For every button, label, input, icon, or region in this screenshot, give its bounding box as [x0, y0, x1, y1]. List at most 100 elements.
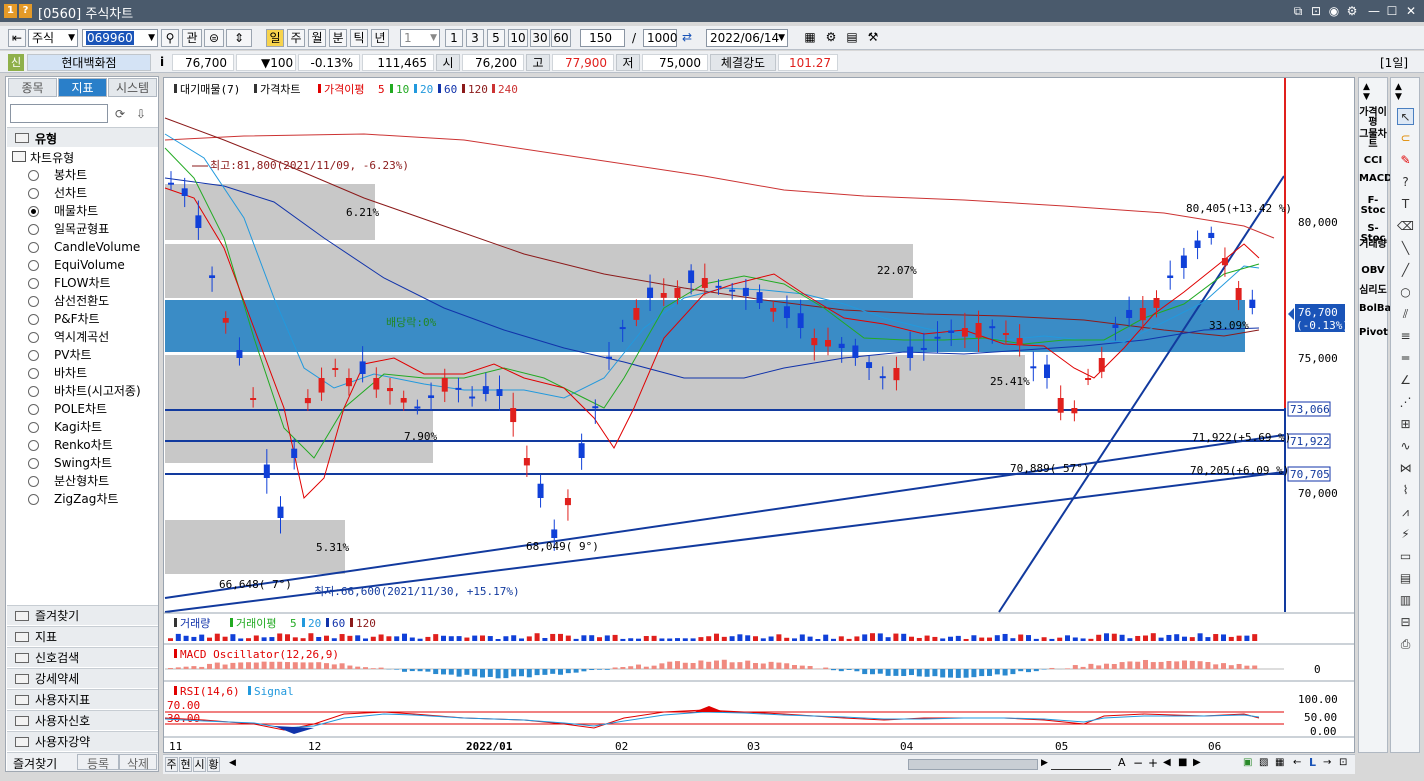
quick-10[interactable]: 10 [508, 29, 528, 47]
radio-button[interactable] [28, 350, 39, 361]
auto-icon[interactable]: ⚡ [1397, 526, 1414, 543]
period-month[interactable]: 월 [308, 29, 326, 47]
radio-button[interactable] [28, 206, 39, 217]
radio-button[interactable] [28, 494, 39, 505]
folder-item[interactable]: 지표 [7, 626, 158, 646]
tab-system[interactable]: 시스템 [108, 78, 157, 97]
chart-type-group[interactable]: 차트유형 [10, 148, 150, 166]
circle-icon[interactable]: ○ [1397, 284, 1414, 301]
latest-icon[interactable]: L [1309, 756, 1316, 769]
period-week[interactable]: 주 [287, 29, 305, 47]
bottom-tab-1[interactable]: 주 [165, 757, 178, 772]
scroll-right-icon[interactable]: ▶ [1041, 758, 1048, 768]
print-icon[interactable]: ⎙ [1397, 636, 1414, 653]
close-icon[interactable]: ✕ [1403, 3, 1419, 19]
interval-select[interactable]: 1 ▼ [400, 29, 440, 47]
settings-icon[interactable]: ⚙ [1344, 3, 1360, 19]
folder-item[interactable]: 신호검색 [7, 647, 158, 667]
indicator-shortcut[interactable]: BolBand [1359, 304, 1406, 314]
indicator-shortcut[interactable]: 가격이평 [1359, 108, 1387, 128]
line-icon[interactable]: ╲ [1397, 240, 1414, 257]
updown-icon[interactable]: ⇕ [226, 29, 252, 47]
trend-line-icon[interactable]: ╱ [1397, 262, 1414, 279]
scroll-left-icon[interactable]: ◀ [229, 758, 236, 768]
fan-icon[interactable]: ⋰ [1397, 394, 1414, 411]
quick-5[interactable]: 5 [487, 29, 505, 47]
hline-icon[interactable]: ═ [1397, 350, 1414, 367]
radio-button[interactable] [28, 386, 39, 397]
radio-button[interactable] [28, 278, 39, 289]
image-icon[interactable]: ▧ [1259, 757, 1268, 768]
period-tick[interactable]: 틱 [350, 29, 368, 47]
help-icon[interactable]: ? [1397, 174, 1414, 191]
tools-icon[interactable]: ⚒ [864, 29, 882, 47]
folder-item[interactable]: 즐겨찾기 [7, 605, 158, 625]
channel-icon[interactable]: ⫽ [1397, 306, 1414, 323]
quick-3[interactable]: 3 [466, 29, 484, 47]
cursor-icon[interactable]: ↖ [1397, 108, 1414, 125]
radio-button[interactable] [28, 458, 39, 469]
folder-item[interactable]: 강세약세 [7, 668, 158, 688]
radio-button[interactable] [28, 296, 39, 307]
indicator-shortcut[interactable]: F-Stoc [1359, 196, 1387, 216]
restore-window-icon[interactable]: ⧉ [1290, 3, 1306, 19]
zigzag-icon[interactable]: ⩘ [1397, 504, 1414, 521]
play-icon[interactable]: ▶ [1193, 757, 1201, 768]
delete-button[interactable]: 삭제 [119, 754, 157, 771]
folder-item[interactable]: 사용자강약 [7, 731, 158, 751]
apply-icon[interactable]: ⇄ [679, 29, 695, 47]
table-icon[interactable]: ▦ [801, 29, 819, 47]
radio-button[interactable] [28, 170, 39, 181]
gear-icon[interactable]: ⚙ [822, 29, 840, 47]
radio-button[interactable] [28, 224, 39, 235]
save-icon[interactable]: ▤ [843, 29, 861, 47]
horizontal-scrollbar[interactable] [908, 759, 1038, 770]
text-icon[interactable]: T [1397, 196, 1414, 213]
pencil-icon[interactable]: ✎ [1397, 152, 1414, 169]
period-minute[interactable]: 분 [329, 29, 347, 47]
radio-button[interactable] [28, 242, 39, 253]
chart-button[interactable]: 관 [182, 29, 202, 47]
zoom-out-icon[interactable]: − [1133, 756, 1143, 770]
arrow-left-icon[interactable]: ← [1293, 757, 1301, 768]
info-icon[interactable]: i [156, 54, 168, 71]
tab-indicators[interactable]: 지표 [58, 78, 107, 97]
screen-icon[interactable]: ▭ [1397, 548, 1414, 565]
export-icon[interactable]: ▣ [1243, 757, 1252, 768]
prev-stock-icon[interactable]: ⇤ [8, 29, 26, 47]
radio-button[interactable] [28, 368, 39, 379]
quick-1[interactable]: 1 [445, 29, 463, 47]
font-size-icon[interactable]: A [1118, 756, 1126, 769]
scroll-down-icon-2[interactable]: ▼ [1395, 92, 1402, 102]
indicator-shortcut[interactable]: 심리도 [1359, 286, 1387, 296]
camera-icon[interactable]: ◉ [1326, 3, 1342, 19]
angle-icon[interactable]: ∠ [1397, 372, 1414, 389]
zoom-slider[interactable] [1051, 759, 1111, 770]
bar-chart-icon[interactable]: ▥ [1397, 592, 1414, 609]
window-badge-help[interactable]: ? [19, 4, 32, 18]
magnet-icon[interactable]: ⊂ [1397, 130, 1414, 147]
quick-60[interactable]: 60 [551, 29, 571, 47]
period-day[interactable]: 일 [266, 29, 284, 47]
prev-icon[interactable]: ◀ [1163, 757, 1171, 768]
doc-icon[interactable]: ▤ [1397, 570, 1414, 587]
radio-button[interactable] [28, 440, 39, 451]
scroll-up-icon[interactable]: ▲ [1363, 82, 1370, 92]
sync-icon[interactable]: ⊜ [204, 29, 224, 47]
scroll-up-icon-2[interactable]: ▲ [1395, 82, 1402, 92]
period-year[interactable]: 년 [371, 29, 389, 47]
download-icon[interactable]: ⇩ [132, 105, 150, 123]
indicator-search-input[interactable] [10, 104, 108, 123]
indicator-shortcut[interactable]: Pivot [1359, 328, 1388, 338]
stop-icon[interactable]: ■ [1178, 757, 1187, 768]
scroll-down-icon[interactable]: ▼ [1363, 92, 1370, 102]
gann-icon[interactable]: ⊞ [1397, 416, 1414, 433]
indicator-shortcut[interactable]: 거래량 [1359, 240, 1387, 250]
wave-icon[interactable]: ∿ [1397, 438, 1414, 455]
fibo-icon[interactable]: ≡ [1397, 328, 1414, 345]
indicator-shortcut[interactable]: MACD [1359, 174, 1392, 184]
cycle-icon[interactable]: ⌇ [1397, 482, 1414, 499]
maximize-icon[interactable]: ☐ [1384, 3, 1400, 19]
pattern-icon[interactable]: ⋈ [1397, 460, 1414, 477]
folder-item[interactable]: 사용자지표 [7, 689, 158, 709]
